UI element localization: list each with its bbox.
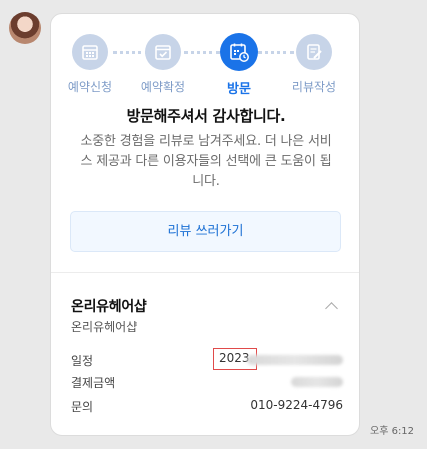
thanks-title: 방문해주셔서 감사합니다. [126, 107, 286, 125]
step-visit: 방문 [204, 33, 274, 97]
step-write-review: 리뷰작성 [279, 34, 349, 95]
info-row-schedule: 일정 2023. [71, 348, 343, 372]
step-label: 예약확정 [140, 80, 186, 94]
step-label: 방문 [227, 82, 251, 97]
section-divider [51, 272, 359, 273]
shop-name: 온리유헤어샵 [71, 299, 147, 315]
calendar-grid-icon [72, 34, 108, 70]
contact-label: 문의 [71, 400, 94, 414]
step-reservation-confirmed: 예약확정 [128, 34, 198, 95]
sender-avatar[interactable] [9, 12, 41, 44]
step-label: 예약신청 [67, 80, 113, 94]
progress-steps: 예약신청 예약확정 방문 리뷰작성 [51, 33, 359, 104]
step-label: 리뷰작성 [291, 80, 337, 94]
review-request-description: 소중한 경험을 리뷰로 남겨주세요. 더 나은 서비스 제공과 다른 이용자들의… [80, 134, 332, 189]
schedule-label: 일정 [71, 354, 94, 368]
contact-phone[interactable]: 010-9224-4796 [250, 398, 343, 412]
pencil-doc-icon [296, 34, 332, 70]
schedule-value-blurred [247, 352, 343, 366]
message-timestamp: 오후 6:12 [370, 426, 415, 437]
reservation-card: 예약신청 예약확정 방문 리뷰작성 방문해주셔서 감사합니다. 소중한 경험을 … [50, 13, 360, 436]
write-review-button[interactable]: 리뷰 쓰러가기 [70, 211, 341, 252]
step-reservation-request: 예약신청 [55, 34, 125, 95]
info-row-contact: 문의 010-9224-4796 [71, 398, 343, 418]
payment-value-blurred [291, 374, 343, 388]
payment-label: 결제금액 [71, 376, 116, 390]
chevron-up-icon[interactable] [325, 302, 338, 315]
shop-subtitle: 온리유헤어샵 [71, 320, 138, 334]
calendar-check-icon [145, 34, 181, 70]
info-row-payment: 결제금액 [71, 374, 343, 394]
calendar-clock-icon [220, 33, 258, 71]
